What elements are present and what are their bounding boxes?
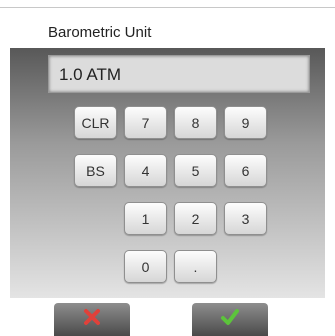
dialog-title: Barometric Unit [48, 24, 152, 41]
top-divider [0, 7, 335, 8]
key-1[interactable]: 1 [124, 202, 167, 235]
key-3[interactable]: 3 [224, 202, 267, 235]
decimal-point-key[interactable]: . [174, 250, 217, 283]
key-8[interactable]: 8 [174, 106, 217, 139]
backspace-key[interactable]: BS [74, 154, 117, 187]
key-5[interactable]: 5 [174, 154, 217, 187]
key-7[interactable]: 7 [124, 106, 167, 139]
key-2[interactable]: 2 [174, 202, 217, 235]
cancel-x-icon [83, 308, 101, 331]
key-0[interactable]: 0 [124, 250, 167, 283]
check-icon [221, 308, 239, 331]
key-6[interactable]: 6 [224, 154, 267, 187]
numeric-entry-dialog: Barometric Unit 1.0 ATM CLR 7 8 9 BS 4 5… [0, 0, 335, 336]
clear-key[interactable]: CLR [74, 106, 117, 139]
keypad-panel: 1.0 ATM CLR 7 8 9 BS 4 5 6 1 2 3 0 . [10, 48, 325, 298]
cancel-button[interactable] [54, 303, 130, 336]
action-bar [0, 298, 335, 336]
key-9[interactable]: 9 [224, 106, 267, 139]
confirm-button[interactable] [192, 303, 268, 336]
value-display[interactable]: 1.0 ATM [48, 55, 310, 93]
key-4[interactable]: 4 [124, 154, 167, 187]
